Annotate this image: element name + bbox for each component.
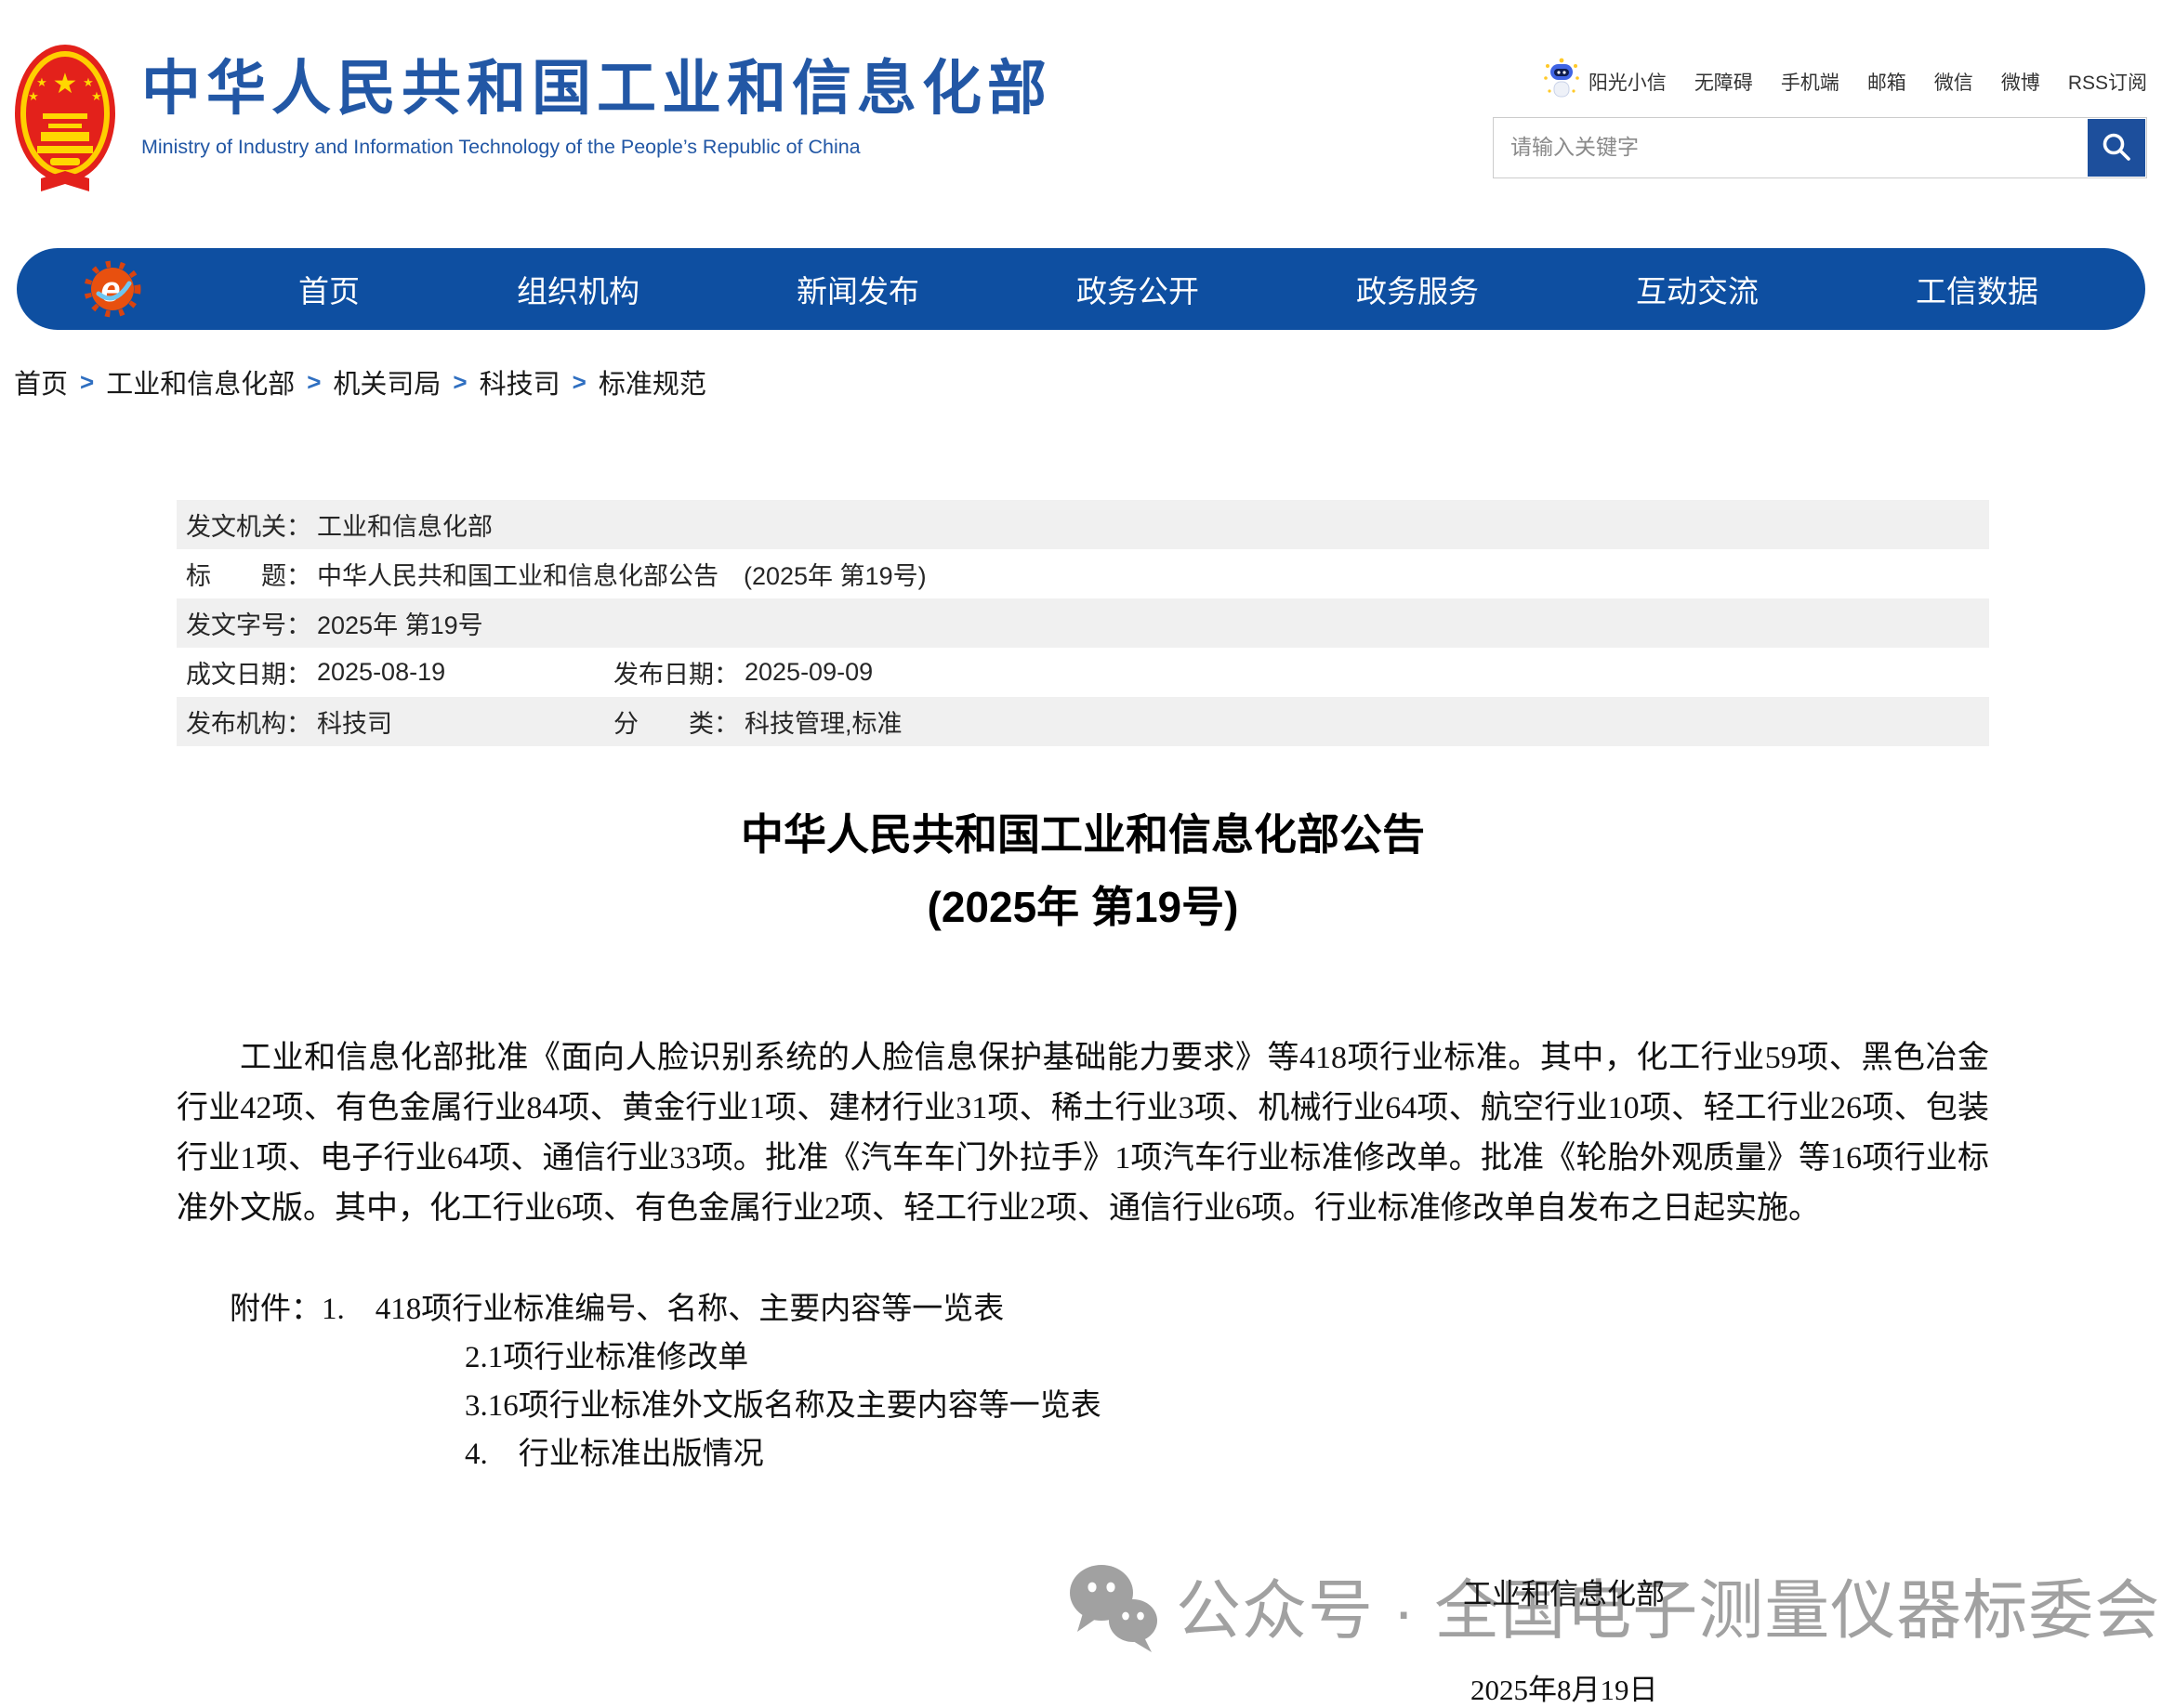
top-link-wechat[interactable]: 微信 [1934,68,1973,96]
wechat-icon [1064,1557,1161,1662]
meta-label: 发文字号： [186,605,311,641]
top-link-weibo[interactable]: 微博 [2001,68,2040,96]
attachment-item-3: 3.16项行业标准外文版名称及主要内容等一览表 [230,1382,1101,1430]
meta-value: 科技管理,标准 [745,703,903,740]
meta-label: 分 类： [613,703,739,740]
meta-value: 科技司 [317,703,392,740]
nav-item-gov-affairs[interactable]: 政务公开 [1076,267,1199,311]
breadcrumb-separator: > [307,368,321,397]
document-title-block: 中华人民共和国工业和信息化部公告 (2025年 第19号) [177,801,1989,940]
site-title-en: Ministry of Industry and Information Tec… [141,136,1052,159]
top-link-mail[interactable]: 邮箱 [1867,68,1906,96]
search-box [1493,117,2147,178]
breadcrumb-miit[interactable]: 工业和信息化部 [106,362,295,401]
meta-row-issuing-authority: 发文机关： 工业和信息化部 [177,500,1989,549]
nav-item-organization[interactable]: 组织机构 [517,267,639,311]
document-meta-table: 发文机关： 工业和信息化部 标 题： 中华人民共和国工业和信息化部公告 (202… [177,500,1989,746]
watermark-text: 公众号 · 全国电子测量仪器标委会 [1176,1559,2160,1662]
meta-value: 中华人民共和国工业和信息化部公告 (2025年 第19号) [317,556,927,592]
document-paragraph: 工业和信息化部批准《面向人脸识别系统的人脸信息保护基础能力要求》等418项行业标… [177,1033,1989,1234]
attachment-item-4: 4. 行业标准出版情况 [230,1430,1101,1478]
meta-row-title: 标 题： 中华人民共和国工业和信息化部公告 (2025年 第19号) [177,549,1989,598]
meta-row-dates: 成文日期： 2025-08-19 发布日期： 2025-09-09 [177,648,1989,697]
svg-text:★: ★ [91,89,102,103]
breadcrumb-separator: > [80,368,94,397]
meta-label: 成文日期： [186,654,311,690]
meta-value: 2025年 第19号 [317,605,483,641]
nav-item-interaction[interactable]: 互动交流 [1636,267,1759,311]
main-nav: e 首页 组织机构 新闻发布 政务公开 政务服务 互动交流 工信数据 [17,248,2145,330]
meta-label: 发文机关： [186,506,311,543]
attachment-item-2: 2.1项行业标准修改单 [230,1334,1101,1382]
breadcrumb-separator: > [573,368,587,397]
breadcrumb: 首页 > 工业和信息化部 > 机关司局 > 科技司 > 标准规范 [14,362,706,401]
search-button[interactable] [2088,119,2145,177]
nav-item-news[interactable]: 新闻发布 [797,267,919,311]
site-title-cn: 中华人民共和国工业和信息化部 [141,48,1052,128]
assistant-link[interactable]: 阳光小信 [1542,58,1667,106]
document-title-line1: 中华人民共和国工业和信息化部公告 [177,801,1989,868]
nav-item-data[interactable]: 工信数据 [1916,267,2038,311]
search-input[interactable] [1494,118,2096,176]
meta-label: 发布日期： [613,654,739,690]
national-emblem-icon: ★ ★ ★ ★ ★ [13,43,117,198]
svg-text:e: e [100,270,120,309]
breadcrumb-departments[interactable]: 机关司局 [333,362,441,401]
document-signature: 工业和信息化部 [1463,1570,1665,1612]
svg-text:★: ★ [53,69,78,99]
document-date: 2025年8月19日 [1470,1666,1658,1708]
attachment-item-1: 1. 418项行业标准编号、名称、主要内容等一览表 [322,1285,1004,1334]
meta-value: 工业和信息化部 [317,506,493,543]
top-link-mobile[interactable]: 手机端 [1781,68,1839,96]
document-title-line2: (2025年 第19号) [177,874,1989,940]
svg-text:★: ★ [83,75,94,89]
search-icon [2100,130,2133,166]
top-links: 阳光小信 无障碍 手机端 邮箱 微信 微博 RSS订阅 [1542,58,2147,106]
meta-value: 2025-08-19 [317,658,445,687]
meta-label: 发布机构： [186,703,311,740]
meta-row-doc-number: 发文字号： 2025年 第19号 [177,598,1989,648]
nav-item-gov-services[interactable]: 政务服务 [1356,267,1479,311]
svg-text:★: ★ [28,89,39,103]
svg-text:★: ★ [36,75,47,89]
meta-row-publisher-category: 发布机构： 科技司 分 类： 科技管理,标准 [177,697,1989,746]
site-title-block: 中华人民共和国工业和信息化部 Ministry of Industry and … [141,48,1052,159]
top-link-accessibility[interactable]: 无障碍 [1694,68,1753,96]
miit-gear-logo-icon[interactable]: e [84,260,141,318]
nav-item-home[interactable]: 首页 [298,267,360,311]
breadcrumb-science-tech-dept[interactable]: 科技司 [480,362,560,401]
robot-icon [1542,58,1581,106]
top-link-assistant[interactable]: 阳光小信 [1589,68,1667,96]
top-link-rss[interactable]: RSS订阅 [2068,68,2147,96]
breadcrumb-standards[interactable]: 标准规范 [599,362,706,401]
site-header: ★ ★ ★ ★ ★ 中华人民共和国工业和信息化部 Ministry of Ind… [0,0,2162,248]
attachments-list: 附件： 1. 418项行业标准编号、名称、主要内容等一览表 2.1项行业标准修改… [230,1285,1101,1478]
meta-label: 标 题： [186,556,311,592]
meta-value: 2025-09-09 [745,658,873,687]
attachments-label: 附件： [230,1285,322,1334]
breadcrumb-separator: > [453,368,467,397]
breadcrumb-home[interactable]: 首页 [14,362,68,401]
